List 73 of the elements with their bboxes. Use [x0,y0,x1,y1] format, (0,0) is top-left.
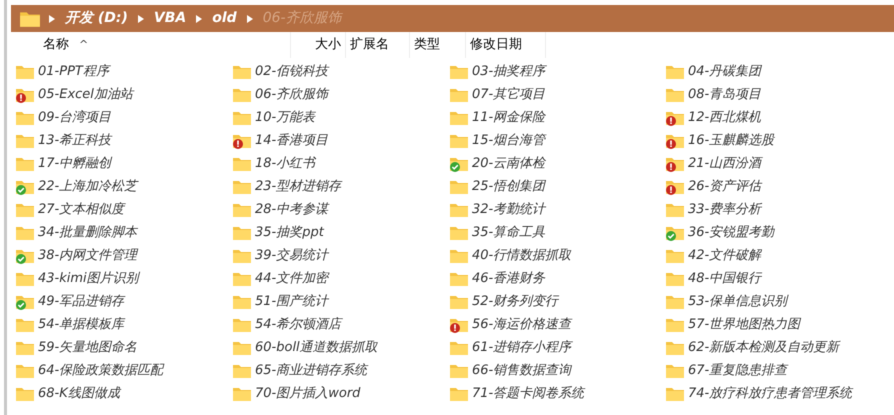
folder-item[interactable]: 26-资产评估 [665,176,885,198]
folder-item[interactable]: 43-kimi图片识别 [15,268,232,290]
folder-item[interactable]: 01-PPT程序 [15,61,232,83]
chevron-icon[interactable] [138,14,144,22]
folder-item[interactable]: 52-财务列变行 [449,291,665,313]
folder-item[interactable]: 59-矢量地图命名 [15,337,232,359]
folder-item[interactable]: 35-算命工具 [449,222,665,244]
folder-item[interactable]: 03-抽奖程序 [449,61,665,83]
folder-item[interactable]: 32-考勤统计 [449,199,665,221]
folder-item[interactable]: 70-图片插入word [232,383,449,405]
folder-item[interactable]: 51-围产统计 [232,291,449,313]
folder-item[interactable]: 25-悟创集团 [449,176,665,198]
folder-item[interactable]: 18-小红书 [232,153,449,175]
folder-item[interactable]: 68-K线图做成 [15,383,232,405]
folder-item[interactable]: 02-佰锐科技 [232,61,449,83]
column-header[interactable]: 类型 [410,32,466,58]
folder-item[interactable]: 23-型材进销存 [232,176,449,198]
folder-item[interactable]: 60-boll通道数据抓取 [232,337,449,359]
folder-item[interactable]: 08-青岛项目 [665,84,885,106]
folder-item[interactable]: 14-香港项目 [232,130,449,152]
folder-icon [19,10,41,28]
folder-item[interactable]: 71-答题卡阅卷系统 [449,383,665,405]
folder-item[interactable]: 07-其它项目 [449,84,665,106]
folder-item[interactable]: 36-安锐盟考勤 [665,222,885,244]
chevron-icon[interactable] [196,14,202,22]
folder-item[interactable]: 57-世界地图热力图 [665,314,885,336]
folder-item[interactable]: 65-商业进销存系统 [232,360,449,382]
folder-item[interactable]: 17-中孵融创 [15,153,232,175]
folder-item[interactable]: 39-交易统计 [232,245,449,267]
folder-item[interactable]: 40-行情数据抓取 [449,245,665,267]
folder-item[interactable]: 38-内网文件管理 [15,245,232,267]
folder-item[interactable]: 13-希正科技 [15,130,232,152]
column-header[interactable]: 大小 [291,32,346,58]
folder-item[interactable]: 22-上海加冷松芝 [15,176,232,198]
folder-item[interactable]: 11-网金保险 [449,107,665,129]
folder-item[interactable]: 21-山西汾酒 [665,153,885,175]
folder-item[interactable]: 15-烟台海管 [449,130,665,152]
folder-item[interactable]: 10-万能表 [232,107,449,129]
folder-item[interactable]: 54-希尔顿酒店 [232,314,449,336]
folder-item[interactable]: 16-玉麒麟选股 [665,130,885,152]
folder-item[interactable]: 64-保险政策数据匹配 [15,360,232,382]
breadcrumb-item[interactable]: old [210,8,239,29]
folder-item[interactable]: 35-抽奖ppt [232,222,449,244]
folder-item[interactable]: 62-新版本检测及自动更新 [665,337,885,359]
folder-item[interactable]: 48-中国银行 [665,268,885,290]
chevron-icon[interactable] [49,14,55,22]
folder-item[interactable]: 27-文本相似度 [15,199,232,221]
column-header[interactable]: 扩展名 [346,32,410,58]
folder-item[interactable]: 61-进销存小程序 [449,337,665,359]
breadcrumb-item[interactable]: VBA [152,8,188,29]
folder-item[interactable]: 06-齐欣服饰 [232,84,449,106]
folder-item[interactable]: 34-批量删除脚本 [15,222,232,244]
folder-item[interactable]: 44-文件加密 [232,268,449,290]
column-header[interactable]: 名称 ^ [39,32,291,58]
folder-item[interactable]: 49-军品进销存 [15,291,232,313]
folder-item[interactable]: 20-云南体检 [449,153,665,175]
folder-item[interactable]: 04-丹碳集团 [665,61,885,83]
folder-item[interactable]: 33-费率分析 [665,199,885,221]
folder-item[interactable]: 28-中考参谋 [232,199,449,221]
folder-item[interactable]: 05-Excel加油站 [15,84,232,106]
folder-item[interactable]: 53-保单信息识别 [665,291,885,313]
breadcrumb-item[interactable]: 开发 (D:) [63,8,130,29]
folder-item[interactable]: 54-单据模板库 [15,314,232,336]
folder-item[interactable]: 66-销售数据查询 [449,360,665,382]
folder-item[interactable]: 74-放疗科放疗患者管理系统 [665,383,885,405]
folder-item[interactable]: 46-香港财务 [449,268,665,290]
folder-item[interactable]: 56-海运价格速查 [449,314,665,336]
folder-item[interactable]: 67-重复隐患排查 [665,360,885,382]
folder-item[interactable]: 09-台湾项目 [15,107,232,129]
folder-item[interactable]: 42-文件破解 [665,245,885,267]
column-header[interactable]: 修改日期 [466,32,546,58]
chevron-icon[interactable] [246,14,253,22]
folder-item[interactable]: 12-西北煤机 [665,107,885,129]
